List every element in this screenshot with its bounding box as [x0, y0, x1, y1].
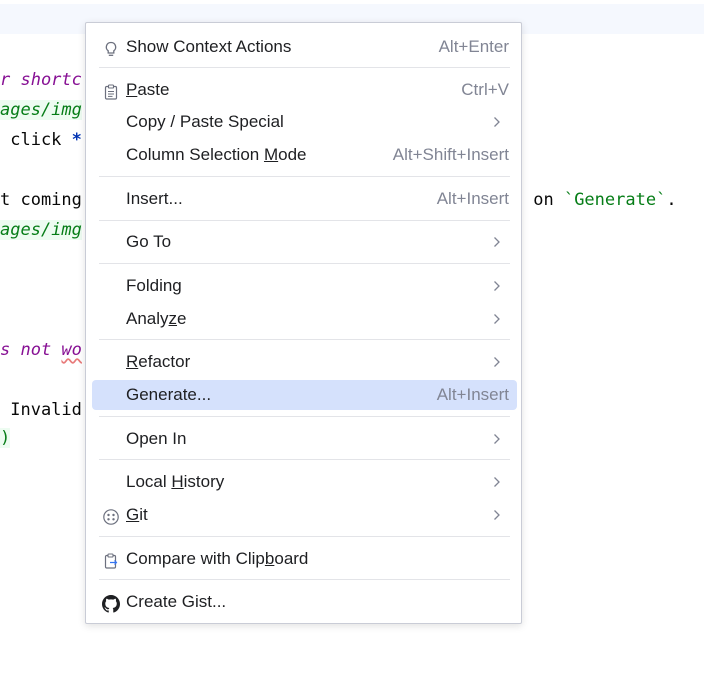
menu-item-local-history[interactable]: Local History: [92, 467, 517, 497]
menu-separator: [99, 339, 510, 340]
menu-item-create-gist[interactable]: Create Gist...: [92, 587, 517, 617]
menu-item-column-selection-mode[interactable]: Column Selection Mode Alt+Shift+Insert: [92, 140, 517, 170]
chevron-right-icon: [491, 107, 503, 137]
clipboard-icon: [102, 81, 120, 100]
menu-item-open-in[interactable]: Open In: [92, 424, 517, 454]
code-line: click *: [0, 130, 82, 150]
menu-separator: [99, 176, 510, 177]
chevron-right-icon: [491, 304, 503, 334]
code-line: ages/img: [0, 100, 82, 120]
compare-clipboard-icon: [102, 550, 120, 569]
chevron-right-icon: [491, 467, 503, 497]
code-line: s not wo: [0, 340, 82, 360]
menu-separator: [99, 416, 510, 417]
menu-item-show-context-actions[interactable]: Show Context Actions Alt+Enter: [92, 32, 517, 62]
code-line: Invalid: [0, 400, 82, 420]
chevron-right-icon: [491, 271, 503, 301]
menu-item-folding[interactable]: Folding: [92, 271, 517, 301]
menu-item-generate[interactable]: Generate... Alt+Insert: [92, 380, 517, 410]
menu-item-go-to[interactable]: Go To: [92, 227, 517, 257]
code-line: ): [0, 428, 11, 448]
menu-item-insert[interactable]: Insert... Alt+Insert: [92, 184, 517, 214]
menu-item-git[interactable]: Git: [92, 500, 517, 530]
github-icon: [102, 593, 120, 613]
menu-item-refactor[interactable]: Refactor: [92, 347, 517, 377]
code-line: r shortc: [0, 70, 82, 90]
menu-item-copy-paste-special[interactable]: Copy / Paste Special: [92, 107, 517, 137]
lightbulb-icon: [102, 38, 120, 56]
code-line: t coming: [0, 190, 82, 210]
chevron-right-icon: [491, 227, 503, 257]
menu-separator: [99, 536, 510, 537]
menu-item-analyze[interactable]: Analyze: [92, 304, 517, 334]
menu-separator: [99, 579, 510, 580]
menu-separator: [99, 220, 510, 221]
menu-item-compare-with-clipboard[interactable]: Compare with Clipboard: [92, 544, 517, 574]
code-line: on `Generate`.: [523, 190, 677, 210]
menu-separator: [99, 263, 510, 264]
code-line: ages/img: [0, 220, 82, 240]
chevron-right-icon: [491, 500, 503, 530]
chevron-right-icon: [491, 424, 503, 454]
menu-separator: [99, 459, 510, 460]
git-icon: [102, 506, 120, 525]
menu-separator: [99, 67, 510, 68]
context-menu: Show Context Actions Alt+Enter Paste Ctr…: [85, 22, 522, 624]
menu-item-paste[interactable]: Paste Ctrl+V: [92, 75, 517, 105]
chevron-right-icon: [491, 347, 503, 377]
